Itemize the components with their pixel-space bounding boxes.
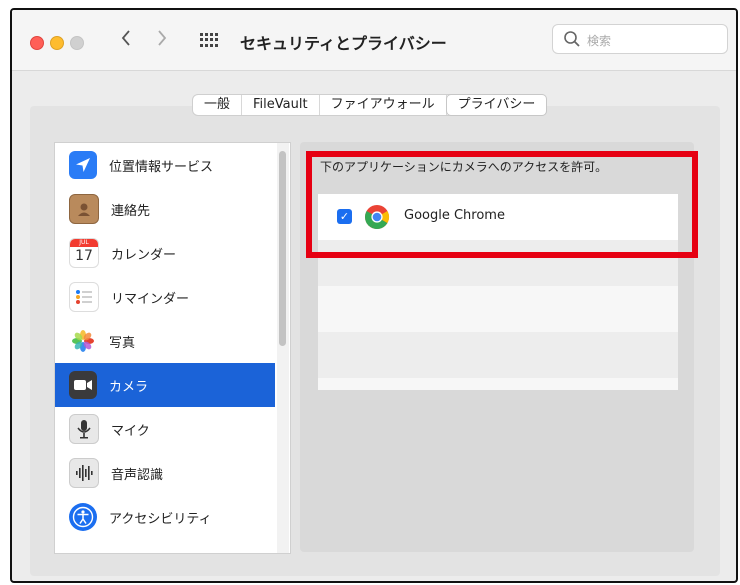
sidebar-item-calendar[interactable]: JUL 17 カレンダー <box>55 231 275 275</box>
camera-icon <box>69 371 97 399</box>
sidebar-item-label: 音声認識 <box>111 467 164 483</box>
search-icon <box>564 31 580 47</box>
app-permission-list: ✓ Google Chrome <box>318 194 678 390</box>
window-title: セキュリティとプライバシー <box>240 34 447 53</box>
forward-button[interactable] <box>156 28 168 53</box>
app-name: Google Chrome <box>404 208 505 223</box>
search-field[interactable]: 検索 <box>552 24 728 54</box>
sidebar-item-camera[interactable]: カメラ <box>55 363 275 407</box>
chevron-right-icon <box>158 30 167 46</box>
sidebar-item-label: 連絡先 <box>111 203 151 219</box>
empty-list-row <box>318 240 678 286</box>
empty-list-row <box>318 286 678 332</box>
calendar-day: 17 <box>75 248 93 264</box>
tab-bar: 一般 FileVault ファイアウォール プライバシー <box>192 94 548 116</box>
sidebar-item-reminders[interactable]: リマインダー <box>55 275 275 319</box>
title-bar: セキュリティとプライバシー 検索 <box>12 10 736 71</box>
microphone-icon <box>69 414 99 444</box>
permission-description: 下のアプリケーションにカメラへのアクセスを許可。 <box>320 160 608 174</box>
tab-general[interactable]: 一般 <box>193 95 243 115</box>
reminders-icon <box>69 282 99 312</box>
tab-privacy[interactable]: プライバシー <box>446 95 547 115</box>
location-arrow-icon <box>69 151 97 179</box>
empty-list-row <box>318 332 678 378</box>
sidebar-item-label: カメラ <box>109 379 149 395</box>
sidebar-item-speech-recognition[interactable]: 音声認識 <box>55 451 275 495</box>
photos-icon <box>69 327 97 355</box>
list-item[interactable]: ✓ Google Chrome <box>318 194 678 240</box>
show-all-grid-icon[interactable] <box>200 33 218 47</box>
sidebar-item-label: 位置情報サービス <box>109 159 214 175</box>
tab-firewall[interactable]: ファイアウォール <box>320 95 447 115</box>
sidebar-item-microphone[interactable]: マイク <box>55 407 275 451</box>
back-button[interactable] <box>120 28 132 53</box>
scrollbar-thumb[interactable] <box>279 151 286 346</box>
sidebar-item-contacts[interactable]: 連絡先 <box>55 187 275 231</box>
sidebar-scrollbar[interactable] <box>277 143 289 553</box>
contacts-icon <box>69 194 99 224</box>
minimize-window-button[interactable] <box>50 36 64 50</box>
sidebar-item-accessibility[interactable]: アクセシビリティ <box>55 495 275 539</box>
calendar-month: JUL <box>70 239 98 247</box>
sidebar-item-label: リマインダー <box>111 291 190 307</box>
sidebar-item-label: アクセシビリティ <box>109 511 212 527</box>
calendar-icon: JUL 17 <box>69 238 99 268</box>
google-chrome-camera-checkbox[interactable]: ✓ <box>337 209 352 224</box>
sidebar-item-label: カレンダー <box>111 247 177 263</box>
zoom-window-button[interactable] <box>70 36 84 50</box>
sidebar-item-label: 写真 <box>109 335 136 351</box>
tab-filevault[interactable]: FileVault <box>242 95 320 115</box>
search-placeholder: 検索 <box>587 34 612 48</box>
chrome-icon <box>365 205 390 230</box>
sidebar-item-photos[interactable]: 写真 <box>55 319 275 363</box>
sidebar-item-location-services[interactable]: 位置情報サービス <box>55 143 275 187</box>
accessibility-icon <box>69 503 97 531</box>
sidebar-item-label: マイク <box>111 423 150 439</box>
empty-list-row <box>318 378 678 390</box>
camera-permission-panel: 下のアプリケーションにカメラへのアクセスを許可。 ✓ Google Chrome <box>300 142 694 552</box>
close-window-button[interactable] <box>30 36 44 50</box>
chevron-left-icon <box>121 30 130 46</box>
security-privacy-window: セキュリティとプライバシー 検索 一般 FileVault ファイアウォール プ… <box>10 8 738 583</box>
speech-recognition-icon <box>69 458 99 488</box>
privacy-sidebar: 位置情報サービス 連絡先 JUL 17 カレンダー リマインダー 写真 カメラ … <box>54 142 291 554</box>
